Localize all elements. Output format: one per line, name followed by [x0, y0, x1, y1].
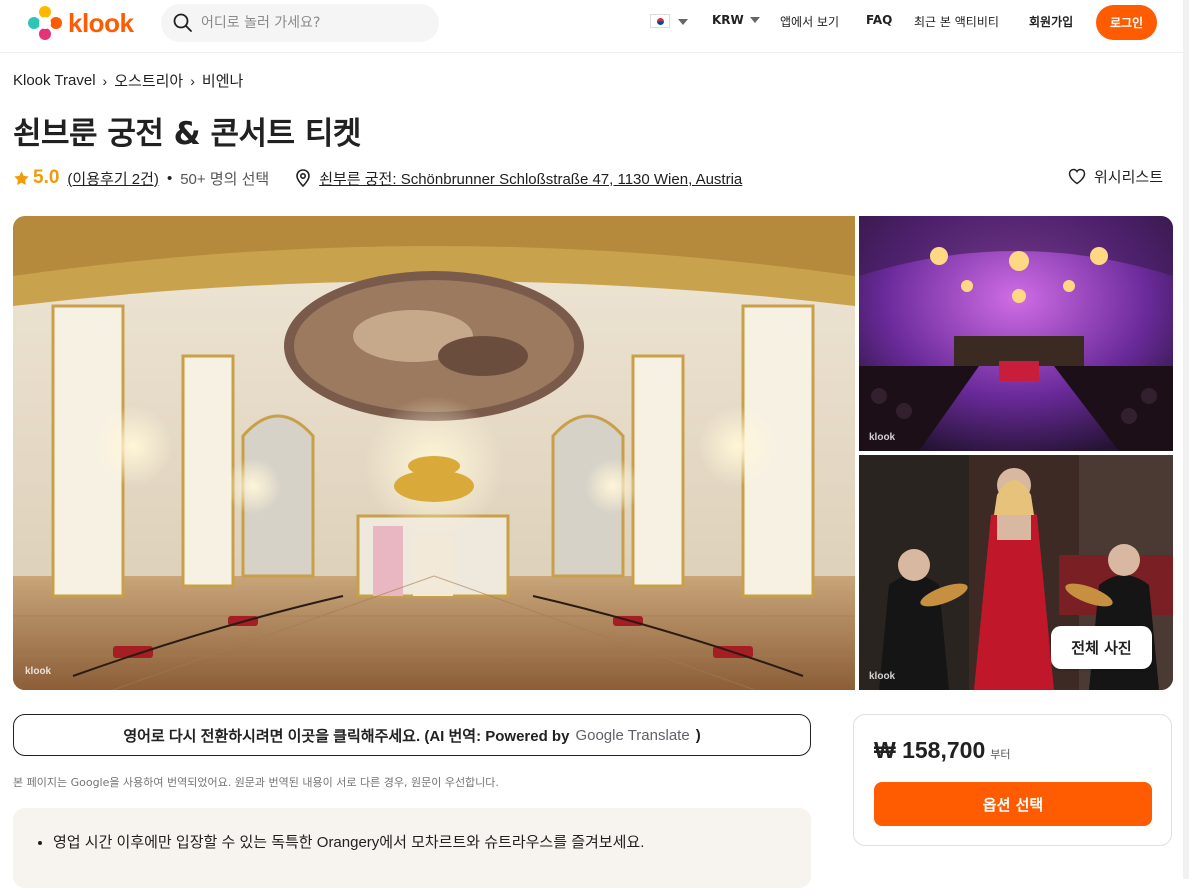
breadcrumb-item-city[interactable]: 비엔나 — [202, 70, 243, 91]
activity-highlights: 영업 시간 이후에만 입장할 수 있는 독특한 Orangery에서 모차르트와… — [13, 808, 811, 888]
klook-watermark: klook — [25, 666, 52, 677]
logo-text: klook — [68, 7, 134, 38]
nav-faq-label: FAQ — [866, 13, 893, 27]
translate-close-paren: ) — [695, 726, 701, 744]
gallery-photo-concert[interactable]: klook — [859, 216, 1173, 451]
search-bar[interactable] — [161, 4, 439, 42]
heart-icon — [1068, 168, 1086, 185]
palace-hall-image — [13, 216, 855, 690]
price-display: ₩ 158,700 부터 — [874, 737, 1011, 764]
price-suffix: 부터 — [990, 749, 1011, 761]
search-input[interactable] — [199, 14, 423, 32]
breadcrumb-item-home[interactable]: Klook Travel — [13, 72, 96, 89]
location-pin-icon — [296, 169, 310, 187]
orangery-concert-image — [859, 216, 1173, 451]
rating-value: 5.0 — [33, 167, 60, 188]
view-all-photos-button[interactable]: 전체 사진 — [1051, 626, 1152, 669]
currency-chevron-down-icon — [749, 17, 760, 23]
select-option-button[interactable]: 옵션 선택 — [874, 782, 1152, 826]
star-icon — [14, 170, 29, 185]
nav-app-download[interactable]: 앱에서 보기 — [780, 13, 839, 30]
page-scrollbar[interactable] — [1183, 0, 1189, 879]
location-text: 쇤부른 궁전: Schönbrunner Schloßstraße 47, 11… — [319, 170, 743, 188]
reviews-link[interactable]: (이용후기 2건) — [67, 168, 159, 189]
location-link[interactable]: 쇤부른 궁전: Schönbrunner Schloßstraße 47, 11… — [295, 168, 742, 189]
nav-signup-label: 회원가입 — [1029, 15, 1074, 29]
currency-selector[interactable]: KRW — [712, 13, 760, 27]
breadcrumb-chevron-icon: › — [102, 72, 108, 89]
price-amount: ₩ 158,700 — [874, 737, 986, 763]
nav-recently-viewed-label: 최근 본 액티비티 — [914, 15, 999, 29]
google-translate-logo: Google Translate — [575, 726, 690, 744]
currency-label: KRW — [712, 13, 744, 27]
breadcrumb: Klook Travel › 오스트리아 › 비엔나 — [13, 70, 243, 91]
search-icon — [173, 13, 192, 32]
language-flag-icon[interactable] — [650, 14, 670, 28]
klook-logo[interactable]: klook — [28, 6, 134, 40]
page-title: 쇤브룬 궁전 & 콘서트 티켓 — [13, 116, 361, 152]
nav-signup[interactable]: 회원가입 — [1029, 13, 1073, 30]
translate-button-text: 영어로 다시 전환하시려면 이곳을 클릭해주세요. (AI 번역: Powere… — [123, 727, 570, 745]
klook-watermark: klook — [869, 432, 896, 443]
separator-dot: • — [166, 169, 173, 187]
klook-watermark: klook — [869, 671, 896, 682]
top-header: klook KRW 앱에서 보기 FAQ 최근 본 액티비티 회원가입 로그인 — [0, 0, 1189, 53]
booked-count: 50+ 명의 선택 — [180, 170, 270, 188]
breadcrumb-chevron-icon: › — [190, 72, 195, 89]
gallery-main-photo[interactable]: klook — [13, 216, 855, 690]
activity-meta: 5.0 (이용후기 2건) • 50+ 명의 선택 쇤부른 궁전: Schönb… — [13, 166, 742, 190]
klook-logo-icon — [28, 6, 62, 40]
breadcrumb-item-country[interactable]: 오스트리아 — [114, 70, 183, 91]
nav-faq[interactable]: FAQ — [866, 13, 892, 27]
wishlist-label: 위시리스트 — [1094, 169, 1164, 186]
wishlist-button[interactable]: 위시리스트 — [1068, 166, 1163, 187]
switch-to-english-button[interactable]: 영어로 다시 전환하시려면 이곳을 클릭해주세요. (AI 번역: Powere… — [13, 714, 811, 756]
language-chevron-down-icon[interactable] — [678, 19, 688, 25]
nav-app-download-label: 앱에서 보기 — [780, 15, 840, 29]
login-button[interactable]: 로그인 — [1096, 5, 1157, 40]
price-card: ₩ 158,700 부터 옵션 선택 — [853, 714, 1172, 846]
translation-disclaimer: 본 페이지는 Google을 사용하여 번역되었어요. 원문과 번역된 내용이 … — [13, 776, 499, 789]
nav-recently-viewed[interactable]: 최근 본 액티비티 — [914, 13, 999, 30]
highlight-item: 영업 시간 이후에만 입장할 수 있는 독특한 Orangery에서 모차르트와… — [53, 830, 693, 856]
